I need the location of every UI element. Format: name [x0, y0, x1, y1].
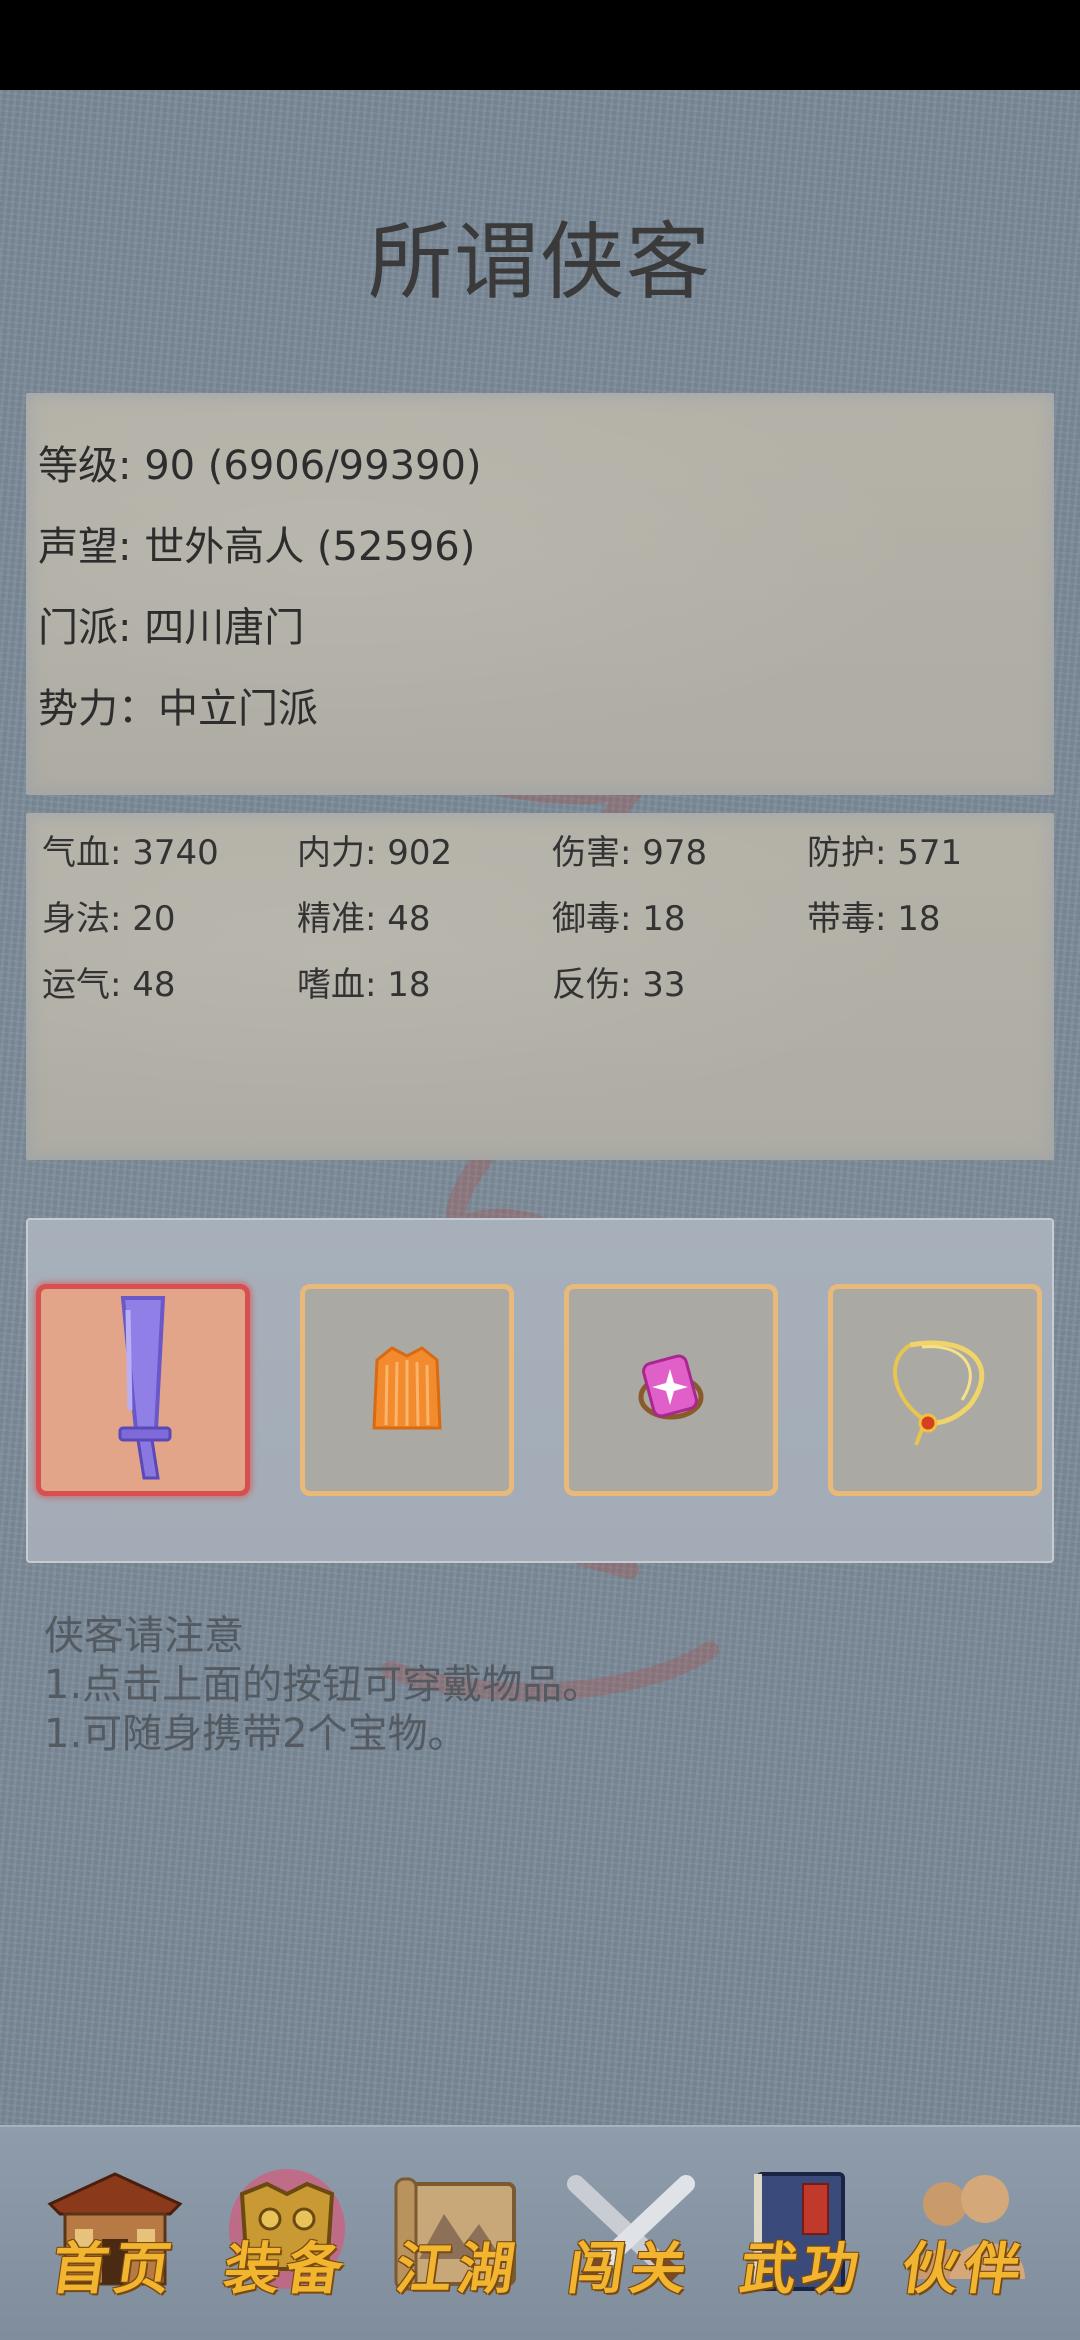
reputation-text: 声望: 世外高人 (52596): [38, 524, 476, 570]
nav-item-companions[interactable]: 伙伴: [890, 2159, 1040, 2309]
notice-line-2: 1.可随身携带2个宝物。: [44, 1711, 468, 1757]
equip-slot-accessory[interactable]: [564, 1284, 778, 1496]
nav-label-martial-arts: 武功: [735, 2236, 870, 2302]
equip-slot-armor[interactable]: [300, 1284, 514, 1496]
nav-label-companions: 伙伴: [897, 2236, 1032, 2302]
nav-label-home: 首页: [47, 2236, 182, 2302]
stat-defense: 防护: 571: [807, 833, 963, 873]
character-info-panel: 等级: 90 (6906/99390) 声望: 世外高人 (52596) 门派:…: [26, 393, 1054, 795]
equipment-panel: [26, 1218, 1054, 1563]
nav-item-equipment[interactable]: 装备: [212, 2159, 362, 2309]
stat-reflect: 反伤: 33: [552, 965, 686, 1005]
nav-item-martial-arts[interactable]: 武功: [728, 2159, 878, 2309]
page-title: 所谓侠客: [367, 213, 712, 311]
stat-hp: 气血: 3740: [42, 833, 219, 873]
nav-item-challenge[interactable]: 闯关: [556, 2159, 706, 2309]
bottom-navigation: 首页 装备 江湖 闯关 武功 伙伴: [0, 2125, 1080, 2340]
stat-internal-power: 内力: 902: [297, 833, 453, 873]
equip-slot-weapon[interactable]: [36, 1284, 250, 1496]
necklace-icon: [892, 1340, 985, 1446]
level-text: 等级: 90 (6906/99390): [38, 443, 482, 489]
stat-accuracy: 精准: 48: [297, 899, 431, 939]
nav-label-challenge: 闯关: [563, 2236, 698, 2302]
notice-line-1: 1.点击上面的按钮可穿戴物品。: [44, 1662, 603, 1708]
attributes-panel: 气血: 3740 内力: 902 伤害: 978 防护: 571 身法: 20 …: [26, 813, 1054, 1160]
notice-block: 侠客请注意 1.点击上面的按钮可穿戴物品。 1.可随身携带2个宝物。: [44, 1612, 602, 1759]
nav-label-world: 江湖: [391, 2236, 526, 2302]
stat-poison-resist: 御毒: 18: [552, 899, 686, 939]
stat-lifesteal: 嗜血: 18: [297, 965, 431, 1005]
stat-damage: 伤害: 978: [552, 833, 708, 873]
sect-text: 门派: 四川唐门: [38, 605, 305, 651]
gem-ring-icon: [638, 1354, 704, 1420]
notice-heading: 侠客请注意: [44, 1613, 244, 1659]
equip-slot-treasure[interactable]: [828, 1284, 1042, 1496]
stat-poison: 带毒: 18: [807, 899, 941, 939]
nav-item-world[interactable]: 江湖: [384, 2159, 534, 2309]
robe-icon: [372, 1346, 442, 1430]
stat-luck: 运气: 48: [42, 965, 176, 1005]
faction-text: 势力：中立门派: [38, 686, 318, 732]
sword-icon: [118, 1296, 172, 1480]
nav-item-home[interactable]: 首页: [40, 2159, 190, 2309]
stat-agility: 身法: 20: [42, 899, 176, 939]
nav-label-equipment: 装备: [219, 2236, 354, 2302]
status-bar: [0, 0, 1080, 90]
